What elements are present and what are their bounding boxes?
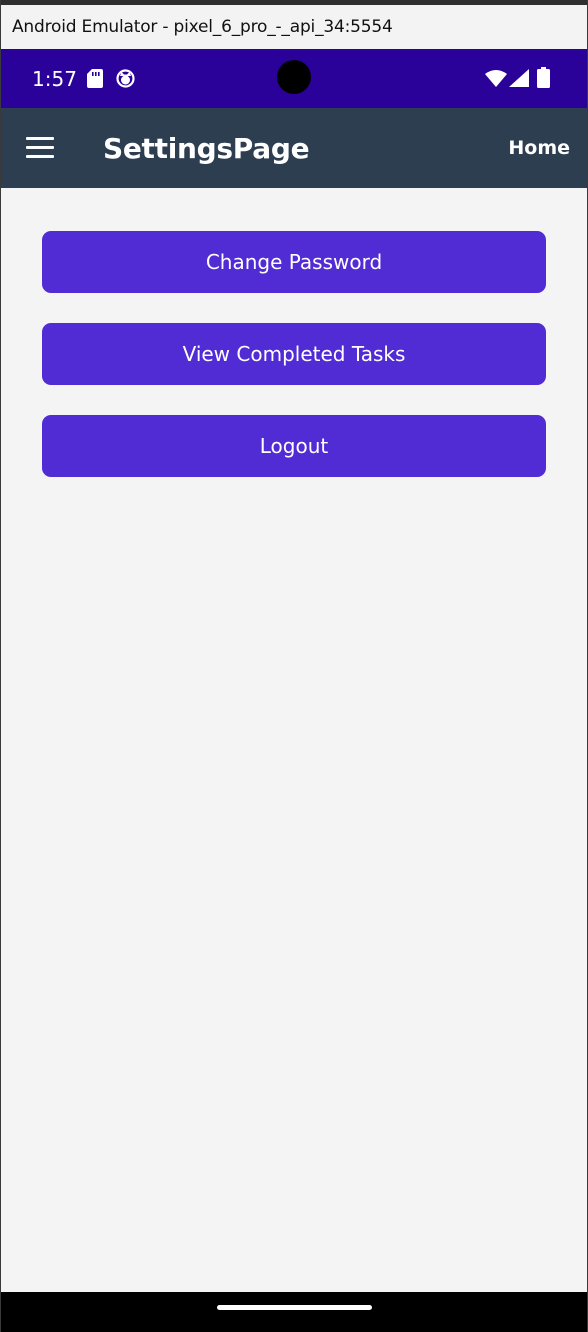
window-title: Android Emulator - pixel_6_pro_-_api_34:… (12, 17, 393, 37)
page-title: SettingsPage (103, 132, 310, 165)
hamburger-menu-icon[interactable] (26, 137, 54, 159)
view-completed-tasks-button[interactable]: View Completed Tasks (42, 323, 546, 385)
change-password-button[interactable]: Change Password (42, 231, 546, 293)
camera-cutout (277, 60, 311, 94)
emulator-window: Android Emulator - pixel_6_pro_-_api_34:… (0, 0, 588, 1332)
status-time: 1:57 (32, 67, 77, 91)
cat-notification-icon (116, 69, 135, 88)
home-gesture-pill[interactable] (217, 1305, 372, 1310)
settings-content: Change Password View Completed Tasks Log… (1, 188, 587, 1292)
battery-icon (537, 67, 550, 88)
emulator-title-bar: Android Emulator - pixel_6_pro_-_api_34:… (1, 0, 587, 49)
app-toolbar: SettingsPage Home (1, 108, 587, 188)
home-toolbar-item[interactable]: Home (508, 137, 570, 159)
wifi-icon (485, 70, 507, 87)
android-status-bar: 1:57 (1, 49, 587, 108)
logout-button[interactable]: Logout (42, 415, 546, 477)
android-navigation-bar (1, 1292, 587, 1332)
sd-card-icon (87, 69, 103, 88)
cell-signal-icon (509, 69, 529, 87)
